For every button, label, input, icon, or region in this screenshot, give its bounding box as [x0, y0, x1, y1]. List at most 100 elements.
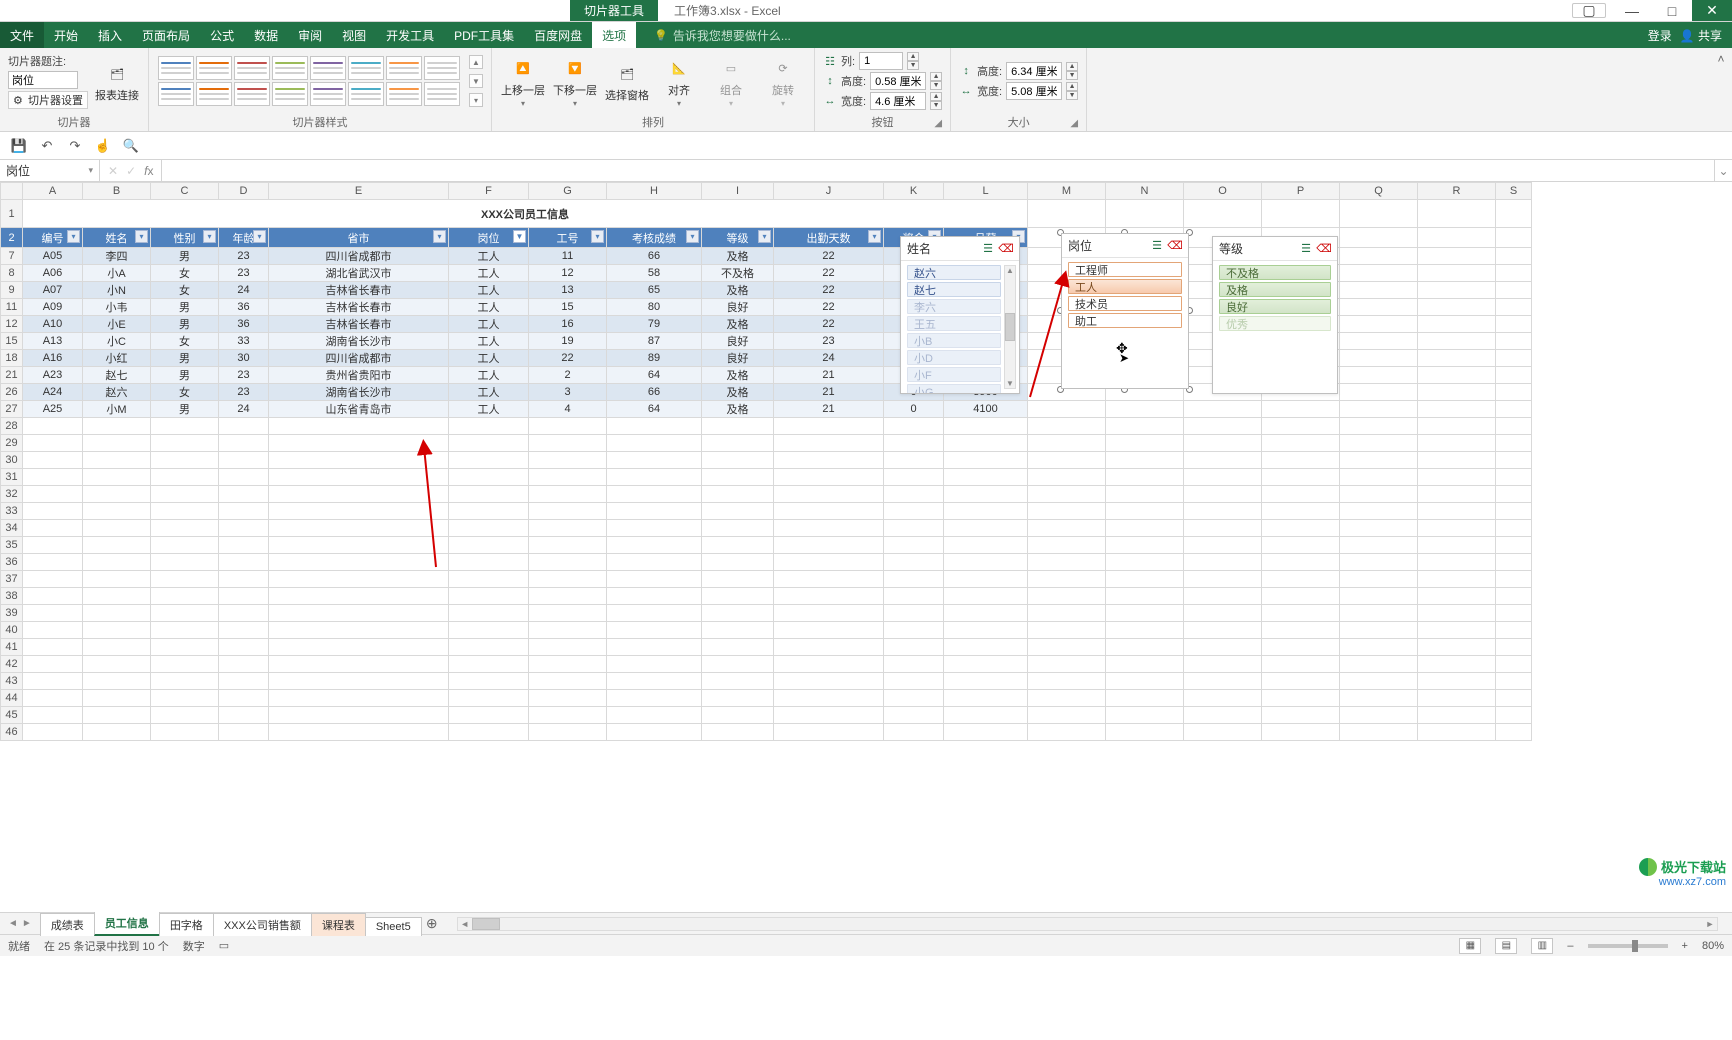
style-gallery-scroll[interactable]: ▲▼▾ [469, 55, 483, 107]
tell-me-search[interactable]: 告诉我您想要做什么... [636, 22, 1648, 48]
slicer-item[interactable]: 小F [907, 367, 1001, 382]
table-cell[interactable]: 山东省青岛市 [269, 401, 449, 418]
table-cell[interactable]: 4100 [944, 401, 1028, 418]
slicer-item[interactable]: 小G [907, 384, 1001, 393]
table-cell[interactable]: 女 [151, 384, 219, 401]
row-header[interactable]: 26 [1, 384, 23, 401]
table-cell[interactable]: 22 [774, 282, 884, 299]
slicer-style-tile[interactable] [424, 56, 460, 80]
filter-dropdown-icon[interactable]: ▾ [433, 230, 446, 243]
column-header[interactable]: M [1028, 183, 1106, 200]
dialog-launcher-icon[interactable]: ◢ [934, 118, 942, 129]
table-cell[interactable]: 工人 [449, 282, 529, 299]
table-cell[interactable]: 3 [529, 384, 607, 401]
formula-bar[interactable] [162, 160, 1714, 181]
table-cell[interactable]: 21 [774, 367, 884, 384]
table-header-cell[interactable]: 性别▾ [151, 228, 219, 248]
table-cell[interactable]: 11 [529, 248, 607, 265]
row-header[interactable]: 28 [1, 418, 23, 435]
slicer-settings-button[interactable]: ⚙切片器设置 [8, 91, 88, 109]
row-header[interactable]: 29 [1, 435, 23, 452]
filter-dropdown-icon[interactable]: ▾ [135, 230, 148, 243]
select-all-cell[interactable] [1, 183, 23, 200]
button-width-input[interactable] [870, 92, 926, 110]
slicer-item[interactable]: 及格 [1219, 282, 1331, 297]
window-maximize-icon[interactable]: □ [1652, 0, 1692, 21]
table-cell[interactable]: 23 [219, 265, 269, 282]
name-box[interactable]: 岗位▾ [0, 160, 100, 181]
table-cell[interactable]: 工人 [449, 299, 529, 316]
column-header[interactable]: J [774, 183, 884, 200]
column-header[interactable]: R [1418, 183, 1496, 200]
slicer-style-tile[interactable] [424, 82, 460, 106]
table-cell[interactable]: 女 [151, 333, 219, 350]
row-header[interactable]: 42 [1, 656, 23, 673]
sheet-nav-prev-icon[interactable]: ◄ [8, 918, 18, 929]
table-cell[interactable]: 小C [83, 333, 151, 350]
table-cell[interactable]: 24 [219, 401, 269, 418]
table-cell[interactable]: 四川省成都市 [269, 350, 449, 367]
slicer-style-tile[interactable] [272, 82, 308, 106]
table-cell[interactable]: 湖南省长沙市 [269, 384, 449, 401]
table-cell[interactable]: 12 [529, 265, 607, 282]
tab-file[interactable]: 文件 [0, 22, 44, 48]
table-cell[interactable]: 及格 [702, 384, 774, 401]
table-cell[interactable]: A09 [23, 299, 83, 316]
row-header[interactable]: 33 [1, 503, 23, 520]
filter-dropdown-icon[interactable]: ▾ [67, 230, 80, 243]
slicer-item[interactable]: 技术员 [1068, 296, 1182, 311]
table-cell[interactable]: 女 [151, 265, 219, 282]
filter-dropdown-icon[interactable]: ▾ [203, 230, 216, 243]
table-cell[interactable]: 22 [774, 265, 884, 282]
table-cell[interactable]: 男 [151, 350, 219, 367]
slicer-style-tile[interactable] [196, 56, 232, 80]
table-cell[interactable]: 79 [607, 316, 702, 333]
table-cell[interactable]: A24 [23, 384, 83, 401]
table-cell[interactable]: 男 [151, 401, 219, 418]
slicer-style-tile[interactable] [234, 82, 270, 106]
table-header-cell[interactable]: 岗位▼ [449, 228, 529, 248]
spinner[interactable]: ▲▼ [1066, 62, 1078, 80]
table-cell[interactable]: 66 [607, 248, 702, 265]
button-height-input[interactable] [870, 72, 926, 90]
sheet-tab[interactable]: 课程表 [311, 913, 366, 936]
table-cell[interactable]: 工人 [449, 333, 529, 350]
table-cell[interactable]: 及格 [702, 282, 774, 299]
zoom-out-button[interactable]: – [1567, 940, 1573, 952]
spinner[interactable]: ▲▼ [1066, 82, 1078, 100]
tab-formulas[interactable]: 公式 [200, 22, 244, 48]
row-header[interactable]: 8 [1, 265, 23, 282]
slicer-width-input[interactable] [1006, 82, 1062, 100]
slicer-scrollbar[interactable]: ▲▼ [1004, 265, 1016, 389]
table-cell[interactable]: A25 [23, 401, 83, 418]
view-page-break-icon[interactable]: ▥ [1531, 938, 1553, 954]
table-cell[interactable]: 0 [884, 401, 944, 418]
share-button[interactable]: 👤 共享 [1680, 27, 1722, 44]
worksheet-area[interactable]: ABCDEFGHIJKLMNOPQRS1XXX公司员工信息2编号▾姓名▾性别▾年… [0, 182, 1732, 912]
slicer-style-tile[interactable] [272, 56, 308, 80]
row-header[interactable]: 1 [1, 200, 23, 228]
row-header[interactable]: 15 [1, 333, 23, 350]
filter-dropdown-icon[interactable]: ▾ [868, 230, 881, 243]
table-cell[interactable]: 工人 [449, 401, 529, 418]
table-cell[interactable]: A13 [23, 333, 83, 350]
table-cell[interactable]: 工人 [449, 384, 529, 401]
table-cell[interactable]: 19 [529, 333, 607, 350]
tab-page-layout[interactable]: 页面布局 [132, 22, 200, 48]
filter-dropdown-icon[interactable]: ▾ [591, 230, 604, 243]
tab-home[interactable]: 开始 [44, 22, 88, 48]
filter-dropdown-icon[interactable]: ▾ [686, 230, 699, 243]
send-backward-button[interactable]: 🔽下移一层▾ [552, 50, 598, 112]
table-cell[interactable]: 不及格 [702, 265, 774, 282]
align-button[interactable]: 📐对齐▾ [656, 50, 702, 112]
table-cell[interactable]: 男 [151, 367, 219, 384]
table-cell[interactable]: 24 [774, 350, 884, 367]
table-cell[interactable]: 2 [529, 367, 607, 384]
table-cell[interactable]: 65 [607, 282, 702, 299]
table-cell[interactable]: 工人 [449, 248, 529, 265]
sign-in-link[interactable]: 登录 [1648, 27, 1672, 44]
table-cell[interactable]: 湖北省武汉市 [269, 265, 449, 282]
slicer-style-tile[interactable] [234, 56, 270, 80]
table-cell[interactable]: 及格 [702, 401, 774, 418]
column-header[interactable]: K [884, 183, 944, 200]
